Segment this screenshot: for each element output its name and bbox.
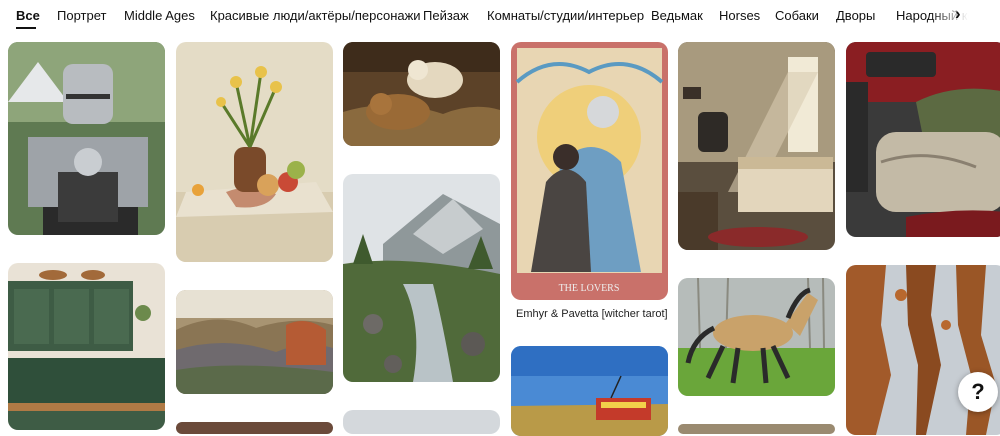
pin-partial-bottom[interactable] bbox=[176, 422, 333, 434]
tab-portrait[interactable]: Портрет bbox=[57, 8, 106, 23]
pin-lion-cubs[interactable] bbox=[343, 42, 500, 146]
pin-caption[interactable]: Emhyr & Pavetta [witcher tarot] bbox=[516, 308, 668, 320]
pin-tram[interactable] bbox=[511, 346, 668, 436]
pin-still-life[interactable] bbox=[176, 42, 333, 262]
pin-knight[interactable] bbox=[8, 42, 165, 235]
pin-mountain-river[interactable] bbox=[343, 174, 500, 382]
pin-autumn-grass[interactable] bbox=[176, 290, 333, 394]
pin-horse[interactable] bbox=[678, 278, 835, 396]
tab-rooms-interior[interactable]: Комнаты/студии/интерьер bbox=[487, 8, 644, 23]
tab-all[interactable]: Все bbox=[16, 8, 40, 23]
pin-lovers-tarot[interactable]: THE LOVERS bbox=[511, 42, 668, 300]
pin-kitchen[interactable] bbox=[8, 263, 165, 430]
pin-bedroom[interactable] bbox=[678, 42, 835, 250]
pin-car-interior[interactable] bbox=[846, 42, 1000, 237]
help-icon[interactable]: ? bbox=[958, 372, 998, 412]
tabs-fade bbox=[930, 0, 1000, 32]
tab-witcher[interactable]: Ведьмак bbox=[651, 8, 703, 23]
category-tabs: Все Портрет Middle Ages Красивые люди/ак… bbox=[0, 0, 1000, 34]
tab-middle-ages[interactable]: Middle Ages bbox=[124, 8, 195, 23]
tab-yards[interactable]: Дворы bbox=[836, 8, 875, 23]
tab-beautiful-people[interactable]: Красивые люди/актёры/персонажи bbox=[210, 8, 421, 23]
tab-horses[interactable]: Horses bbox=[719, 8, 760, 23]
tab-landscape[interactable]: Пейзаж bbox=[423, 8, 469, 23]
pin-partial-bottom-3[interactable] bbox=[678, 424, 835, 434]
pin-partial-bottom-2[interactable] bbox=[343, 410, 500, 434]
tab-dogs[interactable]: Собаки bbox=[775, 8, 819, 23]
card-title: THE LOVERS bbox=[559, 283, 620, 294]
chevron-right-icon[interactable]: › bbox=[955, 4, 961, 24]
active-tab-indicator bbox=[16, 27, 36, 29]
